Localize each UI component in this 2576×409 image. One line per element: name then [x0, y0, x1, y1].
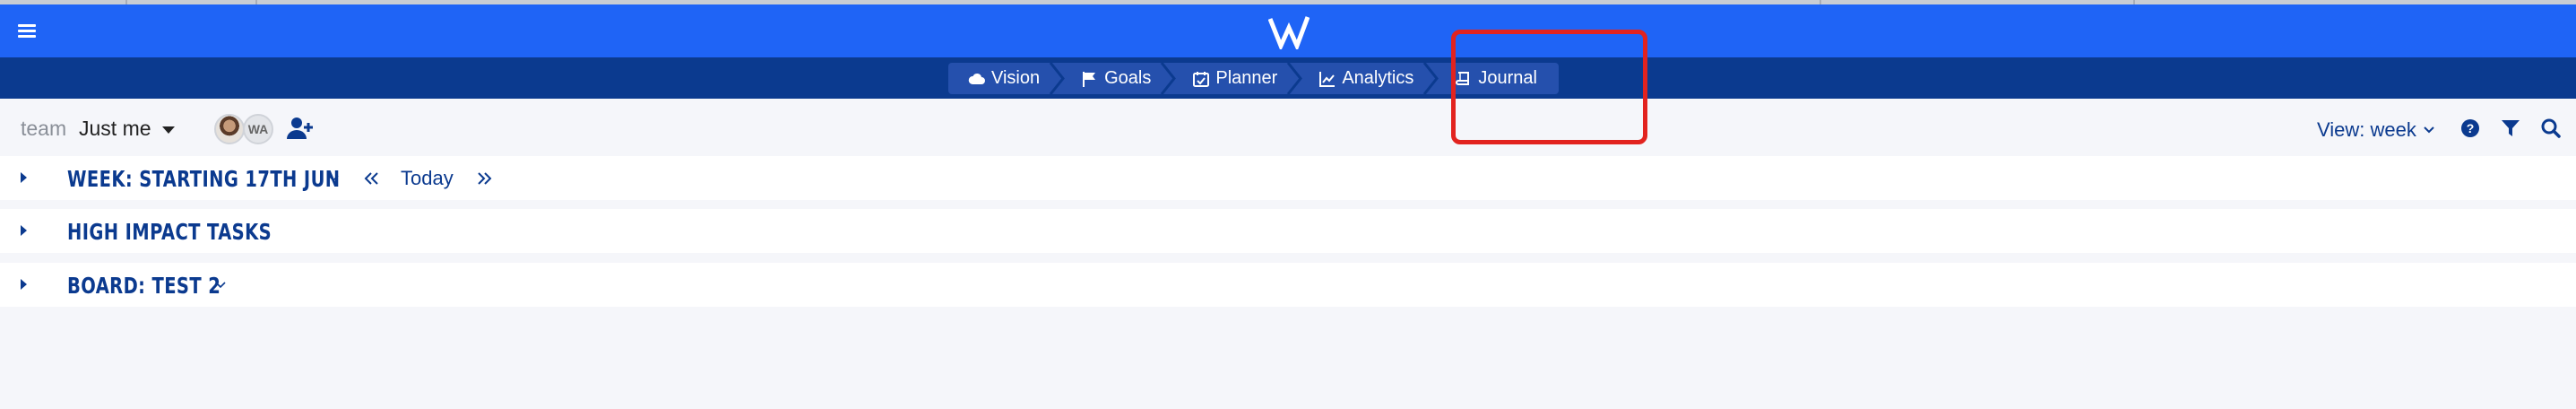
help-icon[interactable]: ? — [2460, 118, 2480, 138]
week-navigation: Today — [363, 167, 493, 190]
expand-toggle-icon[interactable] — [21, 225, 27, 236]
filter-icon[interactable] — [2501, 118, 2520, 138]
section-title: Board: Test 2 — [67, 273, 221, 299]
book-icon — [1456, 71, 1470, 85]
double-chevron-right-icon[interactable] — [477, 171, 493, 186]
toolbar: team Just me WA View: week ? — [0, 99, 2576, 156]
nav-label: Journal — [1478, 68, 1537, 88]
nav-separator — [1161, 63, 1177, 94]
avatar-photo[interactable] — [214, 114, 245, 144]
nav-journal[interactable]: Journal — [1433, 63, 1559, 94]
nav-separator — [1287, 63, 1303, 94]
team-value: Just me — [79, 117, 151, 140]
today-button[interactable]: Today — [401, 167, 454, 190]
w-logo-icon[interactable] — [1268, 13, 1310, 49]
section-board: Board: Test 2 — [0, 263, 2576, 307]
nav-label: Goals — [1104, 68, 1152, 88]
chevron-down-icon[interactable] — [328, 175, 339, 182]
nav-planner[interactable]: Planner — [1171, 63, 1303, 94]
caret-down-icon — [161, 126, 175, 134]
nav-label: Vision — [991, 68, 1041, 88]
line-chart-icon — [1319, 71, 1336, 87]
section-high-impact-tasks: High Impact Tasks — [0, 209, 2576, 253]
section-title: High Impact Tasks — [67, 219, 272, 245]
cloud-icon — [968, 73, 985, 84]
view-dropdown[interactable]: View: week — [2317, 118, 2434, 142]
avatar-initials[interactable]: WA — [243, 114, 273, 144]
flag-icon — [1083, 71, 1096, 87]
nav-label: Analytics — [1342, 68, 1414, 88]
chevron-down-icon — [2424, 126, 2434, 134]
hamburger-icon[interactable] — [18, 24, 36, 39]
main-nav-bar: Vision Goals Planner Analytics Journal — [0, 57, 2576, 99]
chevron-down-icon[interactable] — [215, 282, 226, 289]
svg-text:?: ? — [2467, 121, 2475, 135]
expand-toggle-icon[interactable] — [21, 279, 27, 290]
nav-goals[interactable]: Goals — [1059, 63, 1177, 94]
add-user-icon[interactable] — [287, 117, 314, 140]
avatar-initials-text: WA — [247, 122, 269, 136]
expand-toggle-icon[interactable] — [21, 172, 27, 183]
top-header — [0, 4, 2576, 57]
nav-tabs: Vision Goals Planner Analytics Journal — [948, 63, 1559, 94]
double-chevron-left-icon[interactable] — [363, 171, 379, 186]
view-label: View: week — [2317, 118, 2416, 141]
calendar-check-icon — [1193, 71, 1210, 87]
search-icon[interactable] — [2541, 118, 2561, 138]
section-week: Week: Starting 17th Jun Today — [0, 156, 2576, 200]
nav-separator — [1423, 63, 1439, 94]
nav-label: Planner — [1215, 68, 1278, 88]
team-label: team — [21, 117, 67, 140]
section-title: Week: Starting 17th Jun — [67, 166, 341, 192]
nav-analytics[interactable]: Analytics — [1297, 63, 1439, 94]
nav-vision[interactable]: Vision — [948, 63, 1066, 94]
nav-separator — [1049, 63, 1066, 94]
team-dropdown[interactable]: Just me — [79, 117, 175, 141]
